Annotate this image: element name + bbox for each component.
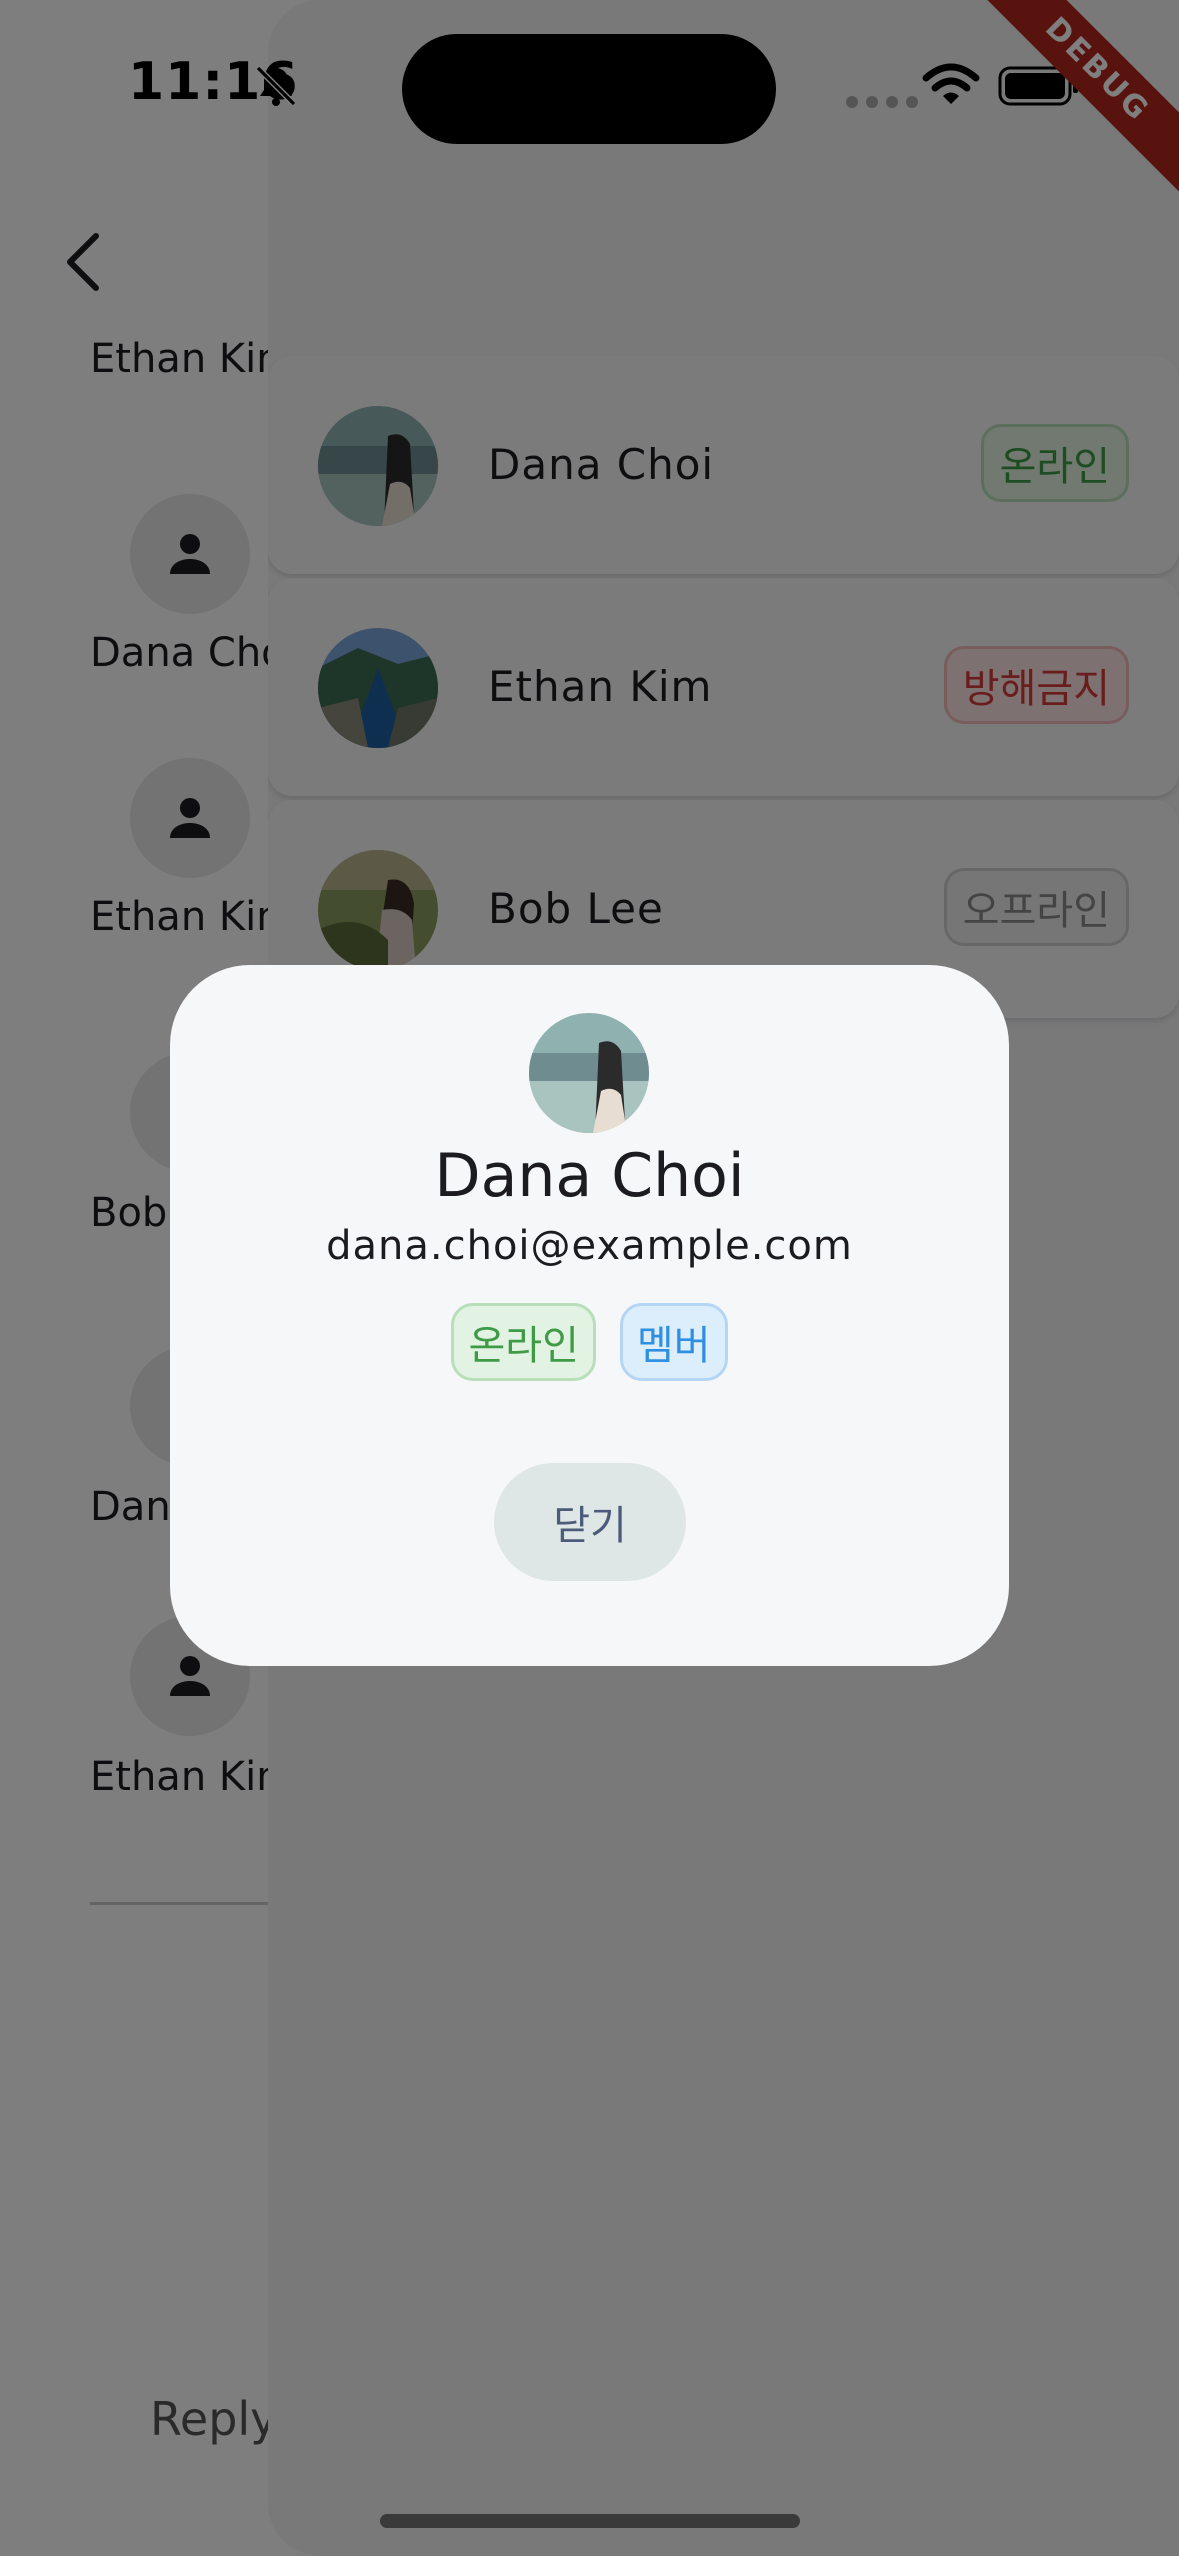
profile-email: dana.choi@example.com bbox=[326, 1223, 853, 1269]
profile-name: Dana Choi bbox=[434, 1141, 745, 1211]
profile-badges: 온라인 멤버 bbox=[170, 1303, 1009, 1381]
avatar bbox=[529, 1013, 649, 1133]
status-badge: 온라인 bbox=[451, 1303, 596, 1381]
home-indicator[interactable] bbox=[380, 2514, 800, 2528]
role-badge: 멤버 bbox=[619, 1303, 728, 1381]
close-button[interactable]: 닫기 bbox=[494, 1463, 686, 1581]
profile-dialog: Dana Choi dana.choi@example.com 온라인 멤버 닫… bbox=[170, 965, 1009, 1666]
